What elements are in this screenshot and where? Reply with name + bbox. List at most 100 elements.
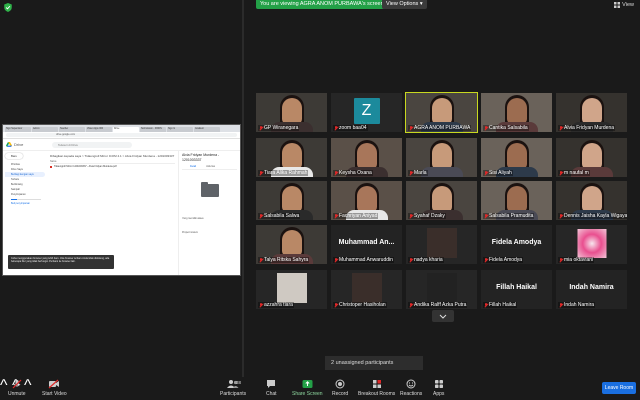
participant-video-face xyxy=(506,186,527,212)
mic-muted-icon xyxy=(334,257,338,263)
breakout-rooms-button[interactable]: Breakout Rooms xyxy=(358,379,395,397)
participant-name: Cantika Salsabila xyxy=(489,125,528,131)
participant-tile[interactable]: GP Wiranegara xyxy=(255,92,328,133)
participant-tile[interactable]: Indah Namira Indah Namira xyxy=(555,269,628,310)
reactions-icon xyxy=(406,379,416,389)
participant-video-face xyxy=(431,143,452,169)
record-button[interactable]: Record xyxy=(332,379,348,397)
drive-details-panel: Alvia Fridyan Murdena - 1201003337 Detai… xyxy=(178,151,240,275)
participant-name-label: nadya kharia xyxy=(408,257,444,263)
browser-tab: Sign Supervisor xyxy=(5,127,31,132)
share-screen-button[interactable]: Share Screen xyxy=(292,379,323,397)
participant-tile[interactable]: nadya kharia xyxy=(405,224,478,265)
apps-button[interactable]: Apps xyxy=(433,379,444,397)
mic-muted-icon xyxy=(409,213,413,219)
participant-name: Sisi Aliyah xyxy=(489,170,512,176)
participant-name-label: Fidela Amodya xyxy=(483,257,524,263)
participant-display-name: Fillah Haikal xyxy=(496,284,537,291)
participant-name-label: Marla xyxy=(408,170,428,176)
participant-name: Indah Namira xyxy=(564,302,595,308)
participant-name: Tiara Alika Rahmah xyxy=(264,170,308,176)
browser-warning-toast: Coba menggunakan browser yang lebih baru… xyxy=(8,255,114,269)
participant-name-label: Christoper Hasiholan xyxy=(333,302,387,308)
participant-tile[interactable]: m naufal m xyxy=(555,137,628,178)
participants-label: Participants xyxy=(220,391,247,397)
participant-tile[interactable]: Alvia Fridyan Murdena xyxy=(555,92,628,133)
drive-file-row: Tidaungroll Mirror 1201003337 - Alvia Fr… xyxy=(50,164,175,169)
gallery-scroll-down-button[interactable] xyxy=(432,310,454,322)
participant-tile[interactable]: Salsabila Pramudita xyxy=(480,180,553,221)
mic-muted-icon xyxy=(409,302,413,308)
participant-name-label: Andika Ralff Azka Putra xyxy=(408,302,468,308)
mic-muted-icon xyxy=(409,257,413,263)
chat-button[interactable]: Chat xyxy=(266,379,277,397)
mic-muted-icon xyxy=(259,125,263,131)
participant-tile[interactable]: Keysha Oxana xyxy=(330,137,403,178)
view-label: View xyxy=(622,2,634,8)
participant-name: azzahra tiara xyxy=(264,302,293,308)
participant-avatar-photo xyxy=(351,273,382,303)
details-tab-detail: Detail xyxy=(190,165,197,168)
participant-tile[interactable]: mia oktaviani xyxy=(555,224,628,265)
browser-address-bar: drive.google.com xyxy=(3,132,240,139)
participant-video-face xyxy=(581,98,602,124)
mic-muted-icon xyxy=(259,170,263,176)
browser-tab: Submission - FRIDS xyxy=(140,127,166,132)
participant-tile[interactable]: Christoper Hasiholan xyxy=(330,269,403,310)
mic-muted-icon xyxy=(334,302,338,308)
participant-tile[interactable]: azzahra tiara xyxy=(255,269,328,310)
participant-tile[interactable]: Salsabila Salwa xyxy=(255,180,328,221)
unmute-button[interactable]: Unmute xyxy=(8,379,26,397)
participant-tile[interactable]: Marla xyxy=(405,137,478,178)
participant-tile[interactable]: AGRA ANOM PURBAWA xyxy=(405,92,478,133)
participants-button[interactable]: Participants xyxy=(220,379,246,397)
participant-video-face xyxy=(281,186,302,212)
grid-view-icon xyxy=(614,2,621,8)
participant-tile[interactable]: Fidela Amodya Fidela Amodya xyxy=(480,224,553,265)
view-button[interactable]: View xyxy=(614,2,634,8)
participant-tile[interactable]: Dennis Jaisha Kayla Wigaya xyxy=(555,180,628,221)
chat-label: Chat xyxy=(266,391,277,397)
participant-tile[interactable]: Cantika Salsabila xyxy=(480,92,553,133)
view-options-button[interactable]: View Options ▾ xyxy=(382,0,427,9)
participant-name: Andika Ralff Azka Putra xyxy=(414,302,467,308)
participant-tile[interactable]: Syahaf Dzaky xyxy=(405,180,478,221)
participant-name: Muhammad Anwaruddin xyxy=(339,257,393,263)
participant-name-label: Dennis Jaisha Kayla Wigaya xyxy=(558,213,627,219)
apps-label: Apps xyxy=(433,391,445,397)
participant-name: Salsabila Salwa xyxy=(264,213,300,219)
share-screen-label: Share Screen xyxy=(292,391,323,397)
google-drive-icon xyxy=(6,142,12,147)
participant-tile[interactable]: Fillah Haikal Fillah Haikal xyxy=(480,269,553,310)
participant-name: Syahaf Dzaky xyxy=(414,213,445,219)
audio-options-caret[interactable]: ^ xyxy=(0,377,8,394)
breakout-rooms-label: Breakout Rooms xyxy=(358,391,396,397)
participant-tile[interactable]: Andika Ralff Azka Putra xyxy=(405,269,478,310)
drive-sidebar-item: Penyimpanan xyxy=(11,193,26,196)
start-video-button[interactable]: Start Video xyxy=(42,379,67,397)
participant-name: Alvia Fridyan Murdena xyxy=(564,125,615,131)
participant-tile[interactable]: Fachriyan Aniyad xyxy=(330,180,403,221)
participant-tile[interactable]: Zzoom baa04 xyxy=(330,92,403,133)
participant-avatar-image xyxy=(577,229,606,258)
participant-name-label: Fachriyan Aniyad xyxy=(333,213,379,219)
participant-tile[interactable]: Tiara Alika Rahmah xyxy=(255,137,328,178)
shared-screen[interactable]: Sign Supervisor Admin Teacher Video Apps 00… xyxy=(2,124,241,276)
leave-room-button[interactable]: Leave Room xyxy=(602,382,636,394)
security-shield-icon[interactable] xyxy=(4,3,12,12)
participant-name-label: Tiara Alika Rahmah xyxy=(258,170,309,176)
mic-muted-icon xyxy=(334,213,338,219)
participant-name-label: Sisi Aliyah xyxy=(483,170,513,176)
reactions-button[interactable]: Reactions xyxy=(400,379,422,397)
participant-avatar-letter: Z xyxy=(353,98,380,124)
participant-video-face xyxy=(281,230,302,256)
split-divider[interactable] xyxy=(242,0,244,377)
participant-tile[interactable]: Muhammad An... Muhammad Anwaruddin xyxy=(330,224,403,265)
unassigned-participants[interactable]: 2 unassigned participants xyxy=(325,356,423,370)
participant-tile[interactable]: Sisi Aliyah xyxy=(480,137,553,178)
chevron-down-icon xyxy=(439,314,447,319)
participant-tile[interactable]: Talya Ritska Sahyra xyxy=(255,224,328,265)
drive-breadcrumb: Dibagikan kepada saya > Tidaungroll Mirr… xyxy=(50,154,175,158)
participant-video-face xyxy=(506,143,527,169)
mic-muted-icon xyxy=(559,170,563,176)
